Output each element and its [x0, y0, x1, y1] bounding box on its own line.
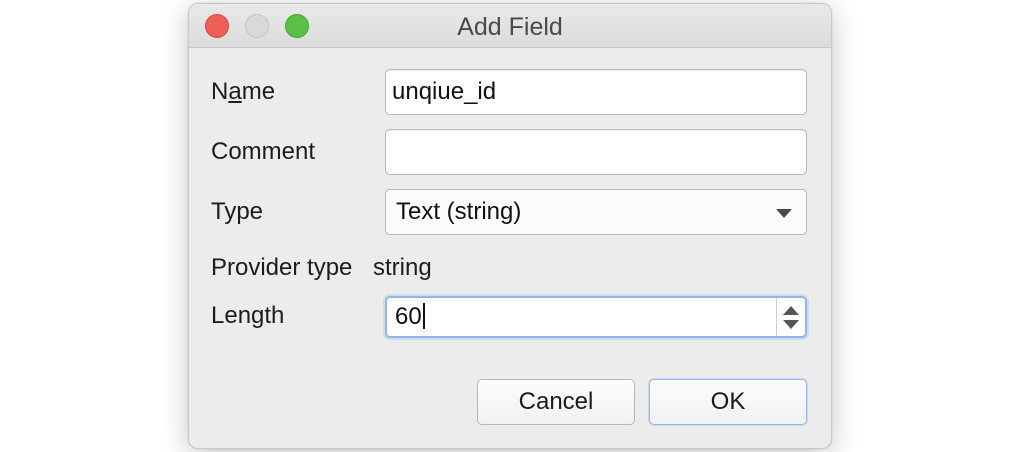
- type-select[interactable]: Text (string): [385, 189, 807, 235]
- text-cursor: [422, 303, 425, 330]
- name-label: Name: [211, 78, 275, 106]
- name-label-prefix: N: [211, 78, 229, 105]
- add-field-dialog: Add Field Name unqiue_id Comment Type Te…: [188, 3, 832, 449]
- length-label: Length: [211, 302, 285, 329]
- length-spinbox[interactable]: 60: [385, 296, 807, 338]
- page: Add Field Name unqiue_id Comment Type Te…: [0, 0, 1014, 452]
- type-select-value: Text (string): [396, 198, 522, 225]
- length-value-wrapper: 60: [395, 298, 425, 336]
- stepper-up-icon[interactable]: [783, 306, 799, 315]
- length-value: 60: [395, 303, 422, 330]
- chevron-down-icon: [776, 209, 792, 218]
- provider-type-value: string: [373, 254, 432, 281]
- provider-type-label: Provider type: [211, 254, 353, 281]
- stepper-arrows: [776, 298, 805, 336]
- name-label-suffix: me: [241, 78, 276, 105]
- comment-label: Comment: [211, 138, 316, 165]
- name-input[interactable]: unqiue_id: [385, 69, 807, 115]
- cancel-button[interactable]: Cancel: [477, 379, 635, 425]
- type-label: Type: [211, 198, 264, 225]
- stepper-down-icon[interactable]: [783, 320, 799, 329]
- title-bar: Add Field: [189, 4, 831, 48]
- dialog-title: Add Field: [457, 13, 563, 41]
- name-label-mnemonic: a: [228, 78, 242, 105]
- ok-button[interactable]: OK: [649, 379, 807, 425]
- comment-input[interactable]: [385, 129, 807, 175]
